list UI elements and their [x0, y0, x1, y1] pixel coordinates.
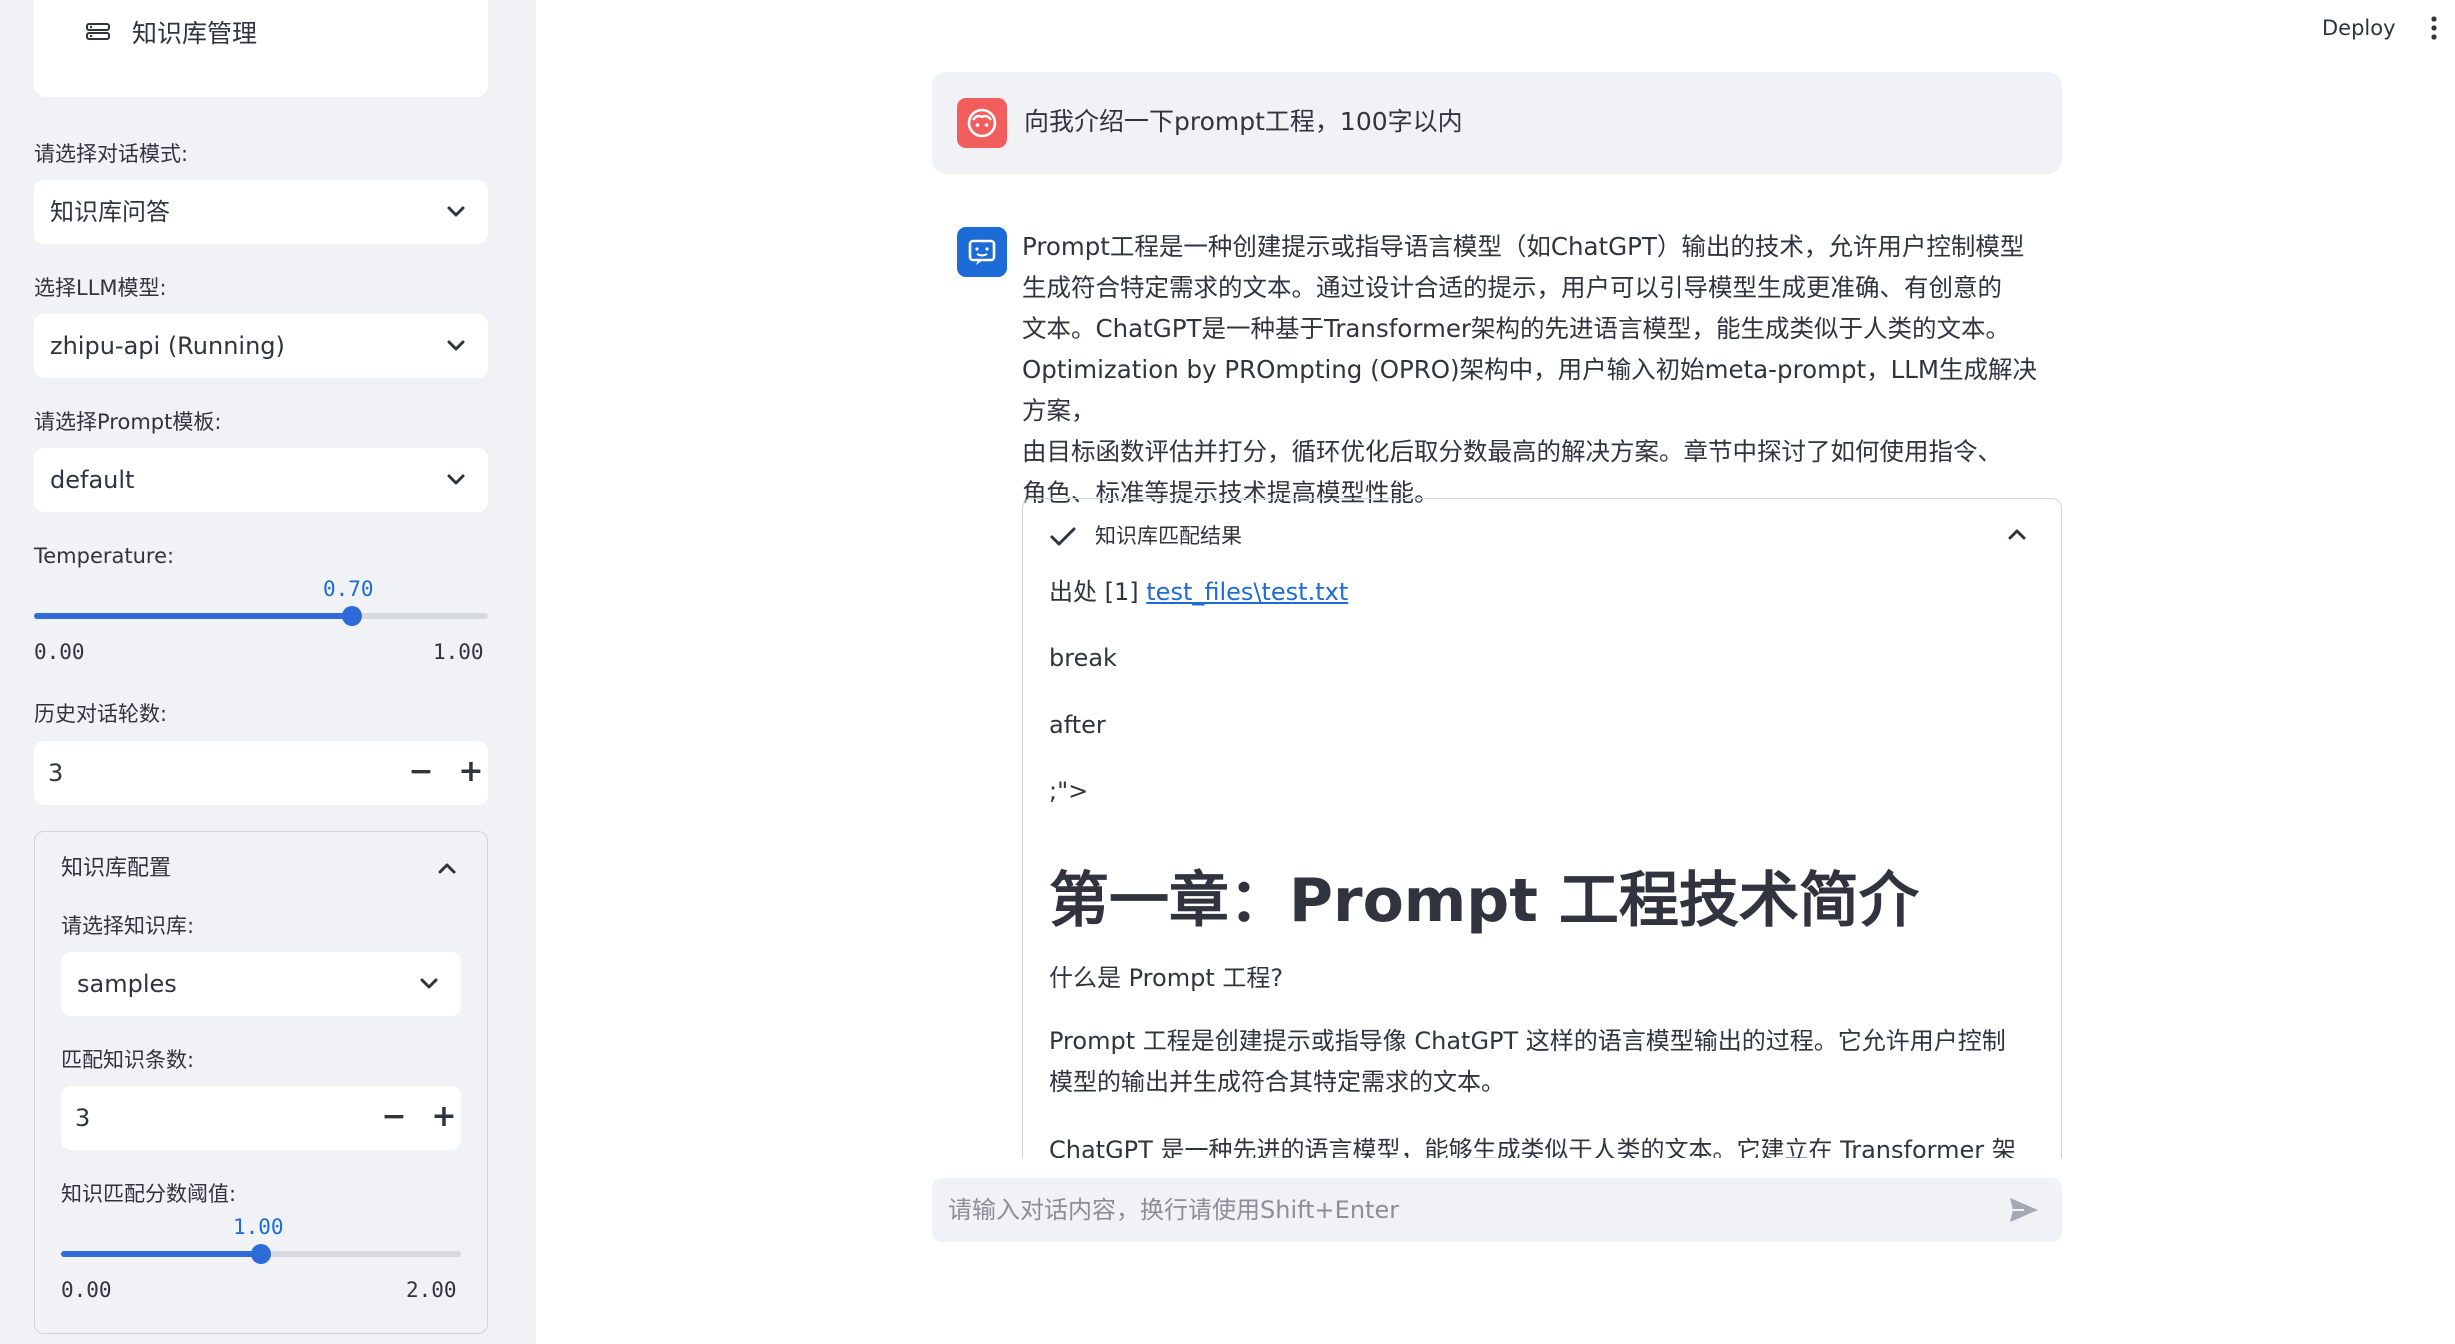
- user-message: 向我介绍一下prompt工程，100字以内: [932, 72, 2062, 174]
- threshold-slider-fill: [61, 1251, 261, 1257]
- chevron-up-icon[interactable]: [437, 861, 457, 875]
- assistant-line: 生成符合特定需求的文本。通过设计合适的提示，用户可以引导模型生成更准确、有创意的: [1022, 273, 2002, 302]
- kb-heading: 第一章：Prompt 工程技术简介: [1049, 866, 1919, 936]
- kb-question: 什么是 Prompt 工程?: [1049, 964, 1284, 992]
- chevron-down-icon: [447, 474, 465, 485]
- threshold-value: 1.00: [233, 1215, 284, 1239]
- prompt-label: 请选择Prompt模板:: [34, 410, 222, 434]
- temperature-value: 0.70: [323, 577, 374, 601]
- assistant-line: 文本。ChatGPT是一种基于Transformer架构的先进语言模型，能生成类…: [1022, 314, 2010, 343]
- chevron-down-icon: [420, 978, 438, 989]
- send-icon[interactable]: [2008, 1196, 2040, 1224]
- kb-select-label: 请选择知识库:: [61, 914, 195, 938]
- sidebar-nav: 知识库管理: [34, 0, 488, 97]
- history-label: 历史对话轮数:: [34, 702, 168, 726]
- kb-source-link[interactable]: test_files\test.txt: [1146, 578, 1348, 606]
- mode-label: 请选择对话模式:: [34, 142, 189, 166]
- kb-text-quote: ;">: [1049, 777, 1089, 805]
- chat-input[interactable]: 请输入对话内容，换行请使用Shift+Enter: [932, 1178, 2062, 1242]
- check-icon: [1050, 527, 1076, 546]
- history-decrement-button[interactable]: −: [396, 741, 446, 805]
- llm-select-value: zhipu-api (Running): [50, 332, 285, 360]
- kb-result-title[interactable]: 知识库匹配结果: [1095, 520, 1242, 552]
- assistant-message-text: Prompt工程是一种创建提示或指导语言模型（如ChatGPT）输出的技术，允许…: [1022, 226, 2058, 513]
- temperature-label: Temperature:: [34, 544, 175, 568]
- kb-paragraph-line: Prompt 工程是创建提示或指导像 ChatGPT 这样的语言模型输出的过程。…: [1049, 1027, 2006, 1055]
- topk-increment-button[interactable]: +: [419, 1086, 469, 1150]
- topk-value[interactable]: 3: [75, 1101, 90, 1135]
- deploy-button[interactable]: Deploy: [2322, 14, 2396, 42]
- kb-text-break: break: [1049, 644, 1117, 672]
- assistant-line: 由目标函数评估并打分，循环优化后取分数最高的解决方案。章节中探讨了如何使用指令、: [1022, 437, 2002, 466]
- kb-select[interactable]: samples: [61, 952, 461, 1016]
- threshold-min: 0.00: [61, 1278, 112, 1302]
- user-message-text: 向我介绍一下prompt工程，100字以内: [1024, 107, 1463, 136]
- bot-icon: [968, 239, 996, 265]
- kb-text-after: after: [1049, 711, 1106, 739]
- llm-label: 选择LLM模型:: [34, 276, 167, 300]
- chevron-up-icon[interactable]: [2007, 527, 2027, 541]
- kb-select-value: samples: [77, 970, 177, 998]
- temperature-slider-fill: [34, 613, 352, 619]
- kb-config-title[interactable]: 知识库配置: [61, 854, 171, 884]
- assistant-avatar: [957, 227, 1007, 277]
- mode-select-value: 知识库问答: [50, 198, 170, 226]
- threshold-slider-handle[interactable]: [251, 1244, 271, 1264]
- kb-paragraph-line: 模型的输出并生成符合其特定需求的文本。: [1049, 1068, 1505, 1096]
- user-face-icon: [967, 108, 997, 138]
- threshold-label: 知识匹配分数阈值:: [61, 1182, 237, 1206]
- prompt-select[interactable]: default: [34, 448, 488, 512]
- threshold-max: 2.00: [406, 1278, 457, 1302]
- topk-label: 匹配知识条数:: [61, 1048, 195, 1072]
- temperature-min: 0.00: [34, 640, 85, 664]
- history-value[interactable]: 3: [48, 756, 63, 790]
- chevron-down-icon: [447, 340, 465, 351]
- topk-stepper[interactable]: 3 − +: [61, 1086, 461, 1150]
- kb-paragraph: Prompt 工程是创建提示或指导像 ChatGPT 这样的语言模型输出的过程。…: [1049, 1021, 2039, 1103]
- mode-select[interactable]: 知识库问答: [34, 180, 488, 244]
- kb-paragraph-cut: ChatGPT 是一种先进的语言模型，能够生成类似于人类的文本。它建立在 Tra…: [1049, 1136, 2016, 1158]
- assistant-line: Prompt工程是一种创建提示或指导语言模型（如ChatGPT）输出的技术，允许…: [1022, 232, 2025, 261]
- sidebar: 知识库管理 请选择对话模式: 知识库问答 选择LLM模型: zhipu-api …: [0, 0, 536, 1344]
- history-increment-button[interactable]: +: [446, 741, 496, 805]
- user-avatar: [957, 98, 1007, 148]
- kb-source-line: 出处 [1] test_files\test.txt: [1049, 575, 1348, 609]
- chat-input-placeholder: 请输入对话内容，换行请使用Shift+Enter: [948, 1196, 1400, 1224]
- topk-decrement-button[interactable]: −: [369, 1086, 419, 1150]
- sidebar-item-kb-management[interactable]: 知识库管理: [132, 16, 257, 52]
- history-stepper[interactable]: 3 − +: [34, 741, 488, 805]
- prompt-select-value: default: [50, 466, 135, 494]
- assistant-line: Optimization by PROmpting (OPRO)架构中，用户输入…: [1022, 355, 2038, 425]
- kb-source-prefix: 出处 [1]: [1049, 578, 1147, 606]
- kb-result-expander: 知识库匹配结果 出处 [1] test_files\test.txt break…: [1022, 498, 2062, 1158]
- database-icon: [86, 23, 110, 40]
- temperature-slider-handle[interactable]: [342, 606, 362, 626]
- kb-config-expander: 知识库配置 请选择知识库: samples 匹配知识条数: 3 − + 知识匹配…: [34, 831, 488, 1334]
- llm-select[interactable]: zhipu-api (Running): [34, 314, 488, 378]
- more-vertical-icon[interactable]: [2430, 14, 2438, 42]
- chevron-down-icon: [447, 206, 465, 217]
- temperature-max: 1.00: [433, 640, 484, 664]
